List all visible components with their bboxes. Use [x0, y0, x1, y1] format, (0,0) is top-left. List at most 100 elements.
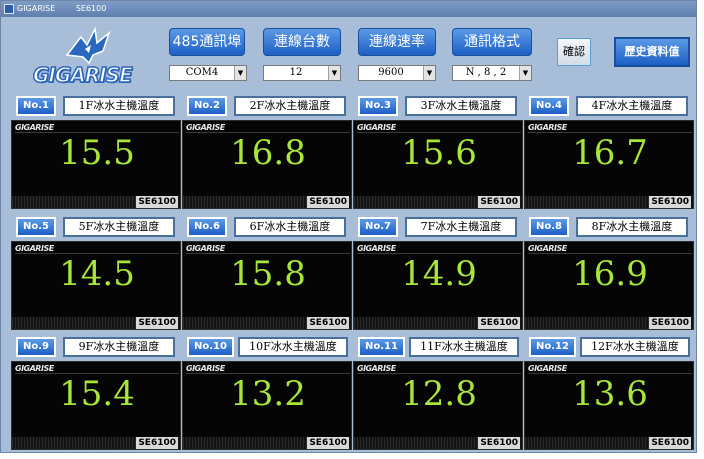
channel-display: GIGARISE 15.8 SE6100: [182, 241, 352, 330]
channel-number-badge: No.10: [187, 337, 234, 357]
channel-panel-8: No.8 8F冰水主機溫度 GIGARISE 16.9 SE6100: [524, 217, 694, 330]
port-select[interactable]: COM4 ▼: [169, 65, 247, 81]
confirm-button[interactable]: 確認: [557, 38, 591, 66]
device-count-select-value: 12: [289, 67, 303, 78]
channel-panel-4: No.4 4F冰水主機溫度 GIGARISE 16.7 SE6100: [524, 96, 694, 209]
channel-number-badge: No.7: [358, 217, 398, 237]
model-label: SE6100: [649, 437, 691, 449]
temperature-value: 16.9: [572, 254, 648, 294]
display-brand: GIGARISE: [15, 364, 54, 373]
format-select-value: N , 8 , 2: [465, 67, 507, 78]
channel-number-badge: No.1: [16, 96, 56, 116]
channel-panel-3: No.3 3F冰水主機溫度 GIGARISE 15.6 SE6100: [353, 96, 523, 209]
channel-display: GIGARISE 14.5 SE6100: [11, 241, 181, 330]
channel-number-badge: No.9: [16, 337, 56, 357]
channel-number-badge: No.11: [358, 337, 405, 357]
title-bar: GIGARISE SE6100: [1, 1, 696, 17]
channel-display: GIGARISE 15.5 SE6100: [11, 120, 181, 209]
channel-display: GIGARISE 13.2 SE6100: [182, 361, 352, 450]
channel-name-field[interactable]: 12F冰水主機溫度: [580, 337, 690, 357]
channel-display: GIGARISE 14.9 SE6100: [353, 241, 523, 330]
channel-panel-12: No.12 12F冰水主機溫度 GIGARISE 13.6 SE6100: [524, 337, 694, 450]
temperature-value: 15.6: [401, 133, 477, 173]
model-label: SE6100: [136, 196, 178, 208]
channel-number-badge: No.6: [187, 217, 227, 237]
app-icon: [4, 4, 14, 14]
model-label: SE6100: [307, 196, 349, 208]
display-brand: GIGARISE: [15, 123, 54, 132]
baud-rate-select[interactable]: 9600 ▼: [358, 65, 436, 81]
channel-number-badge: No.5: [16, 217, 56, 237]
channel-panel-7: No.7 7F冰水主機溫度 GIGARISE 14.9 SE6100: [353, 217, 523, 330]
channel-number-badge: No.12: [529, 337, 576, 357]
channel-display: GIGARISE 15.4 SE6100: [11, 361, 181, 450]
app-window: GIGARISE SE6100 GIGARISE 485通訊埠 連線台數 連線速…: [0, 0, 697, 453]
device-count-select[interactable]: 12 ▼: [263, 65, 341, 81]
chevron-down-icon: ▼: [423, 66, 435, 80]
channel-name-field[interactable]: 1F冰水主機溫度: [63, 96, 175, 116]
channel-display: GIGARISE 15.6 SE6100: [353, 120, 523, 209]
channel-number-badge: No.4: [529, 96, 569, 116]
channel-number-badge: No.8: [529, 217, 569, 237]
channel-name-field[interactable]: 10F冰水主機溫度: [238, 337, 348, 357]
model-label: SE6100: [307, 437, 349, 449]
channel-name-field[interactable]: 4F冰水主機溫度: [576, 96, 688, 116]
window-title-app: GIGARISE: [17, 4, 56, 13]
channel-panel-10: No.10 10F冰水主機溫度 GIGARISE 13.2 SE6100: [182, 337, 352, 450]
channel-name-field[interactable]: 5F冰水主機溫度: [63, 217, 175, 237]
channel-display: GIGARISE 16.9 SE6100: [524, 241, 694, 330]
model-label: SE6100: [478, 317, 520, 329]
temperature-value: 16.7: [572, 133, 648, 173]
model-label: SE6100: [478, 437, 520, 449]
channel-name-field[interactable]: 9F冰水主機溫度: [63, 337, 175, 357]
gigarise-logo: GIGARISE: [29, 25, 149, 88]
device-count-button[interactable]: 連線台數: [263, 28, 341, 56]
logo-text: GIGARISE: [32, 62, 133, 88]
channel-panel-2: No.2 2F冰水主機溫度 GIGARISE 16.8 SE6100: [182, 96, 352, 209]
baud-rate-button[interactable]: 連線速率: [358, 28, 436, 56]
history-data-button[interactable]: 歷史資料值: [614, 37, 690, 67]
format-button[interactable]: 通訊格式: [452, 28, 532, 56]
channel-panel-5: No.5 5F冰水主機溫度 GIGARISE 14.5 SE6100: [11, 217, 181, 330]
model-label: SE6100: [136, 437, 178, 449]
display-brand: GIGARISE: [357, 364, 396, 373]
channel-display: GIGARISE 16.8 SE6100: [182, 120, 352, 209]
channel-number-badge: No.3: [358, 96, 398, 116]
chevron-down-icon: ▼: [234, 66, 246, 80]
channel-display: GIGARISE 13.6 SE6100: [524, 361, 694, 450]
display-brand: GIGARISE: [357, 244, 396, 253]
temperature-value: 14.5: [59, 254, 135, 294]
channel-panel-9: No.9 9F冰水主機溫度 GIGARISE 15.4 SE6100: [11, 337, 181, 450]
temperature-value: 12.8: [401, 374, 477, 414]
port-button[interactable]: 485通訊埠: [169, 28, 245, 56]
channel-panel-11: No.11 11F冰水主機溫度 GIGARISE 12.8 SE6100: [353, 337, 523, 450]
display-brand: GIGARISE: [528, 244, 567, 253]
channel-number-badge: No.2: [187, 96, 227, 116]
format-select[interactable]: N , 8 , 2 ▼: [452, 65, 532, 81]
window-title-model: SE6100: [75, 4, 107, 13]
display-brand: GIGARISE: [186, 244, 225, 253]
chevron-down-icon: ▼: [519, 66, 531, 80]
channel-name-field[interactable]: 2F冰水主機溫度: [234, 96, 346, 116]
channel-name-field[interactable]: 8F冰水主機溫度: [576, 217, 688, 237]
display-brand: GIGARISE: [186, 123, 225, 132]
channel-panel-1: No.1 1F冰水主機溫度 GIGARISE 15.5 SE6100: [11, 96, 181, 209]
chevron-down-icon: ▼: [328, 66, 340, 80]
channel-display: GIGARISE 16.7 SE6100: [524, 120, 694, 209]
model-label: SE6100: [649, 196, 691, 208]
channel-name-field[interactable]: 3F冰水主機溫度: [405, 96, 517, 116]
channel-name-field[interactable]: 6F冰水主機溫度: [234, 217, 346, 237]
display-brand: GIGARISE: [15, 244, 54, 253]
channel-name-field[interactable]: 11F冰水主機溫度: [409, 337, 519, 357]
channel-panel-6: No.6 6F冰水主機溫度 GIGARISE 15.8 SE6100: [182, 217, 352, 330]
temperature-value: 15.8: [230, 254, 306, 294]
temperature-value: 13.2: [230, 374, 306, 414]
port-select-value: COM4: [185, 67, 219, 78]
temperature-value: 13.6: [572, 374, 648, 414]
channel-display: GIGARISE 12.8 SE6100: [353, 361, 523, 450]
temperature-value: 15.4: [59, 374, 135, 414]
model-label: SE6100: [649, 317, 691, 329]
channel-name-field[interactable]: 7F冰水主機溫度: [405, 217, 517, 237]
temperature-value: 15.5: [59, 133, 135, 173]
display-brand: GIGARISE: [528, 364, 567, 373]
